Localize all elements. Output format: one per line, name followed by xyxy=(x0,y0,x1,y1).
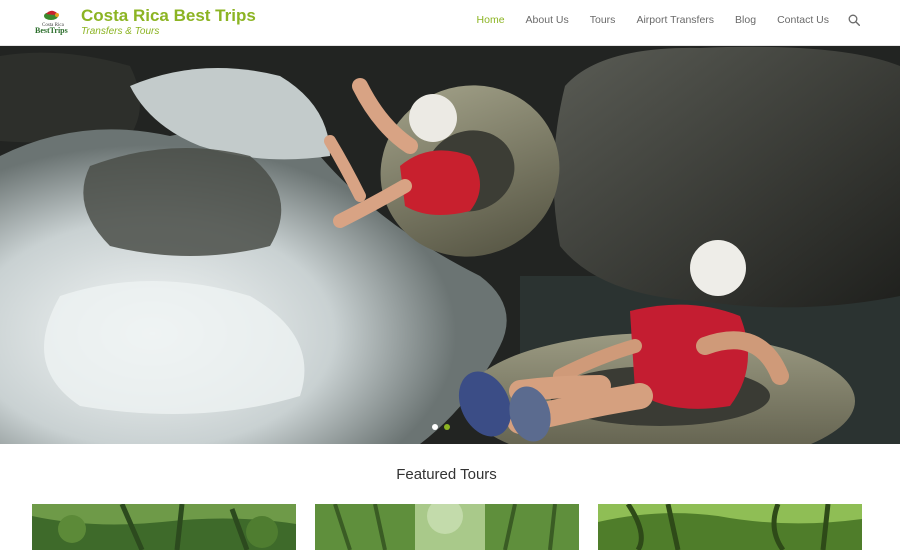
tour-card-1[interactable] xyxy=(32,504,296,550)
site-header: Costa Rica BestTrips Costa Rica Best Tri… xyxy=(0,0,900,46)
slider-dot-2[interactable] xyxy=(444,424,450,430)
nav-airport-transfers[interactable]: Airport Transfers xyxy=(636,14,714,26)
logo-icon[interactable]: Costa Rica BestTrips xyxy=(34,7,74,35)
search-icon[interactable] xyxy=(848,14,860,26)
nav-blog[interactable]: Blog xyxy=(735,14,756,26)
tour-card-2[interactable] xyxy=(315,504,579,550)
nav-home[interactable]: Home xyxy=(477,14,505,26)
site-title: Costa Rica Best Trips xyxy=(81,6,256,25)
slider-dot-1[interactable] xyxy=(432,424,438,430)
tour-card-1-image xyxy=(32,504,296,550)
tour-card-3-image xyxy=(598,504,862,550)
main-nav: Home About Us Tours Airport Transfers Bl… xyxy=(456,14,860,26)
site-tagline: Transfers & Tours xyxy=(81,26,160,37)
logo-text-bottom: BestTrips xyxy=(35,26,68,35)
tour-card-2-image xyxy=(315,504,579,550)
tour-card-3[interactable] xyxy=(598,504,862,550)
brand[interactable]: Costa Rica Best Trips Transfers & Tours xyxy=(81,6,256,38)
featured-tours-heading: Featured Tours xyxy=(396,466,497,483)
hero-image xyxy=(0,46,900,444)
slider-pagination xyxy=(432,424,456,430)
nav-about-us[interactable]: About Us xyxy=(526,14,569,26)
hero-slider[interactable] xyxy=(0,46,900,444)
nav-tours[interactable]: Tours xyxy=(590,14,616,26)
nav-contact-us[interactable]: Contact Us xyxy=(777,14,829,26)
